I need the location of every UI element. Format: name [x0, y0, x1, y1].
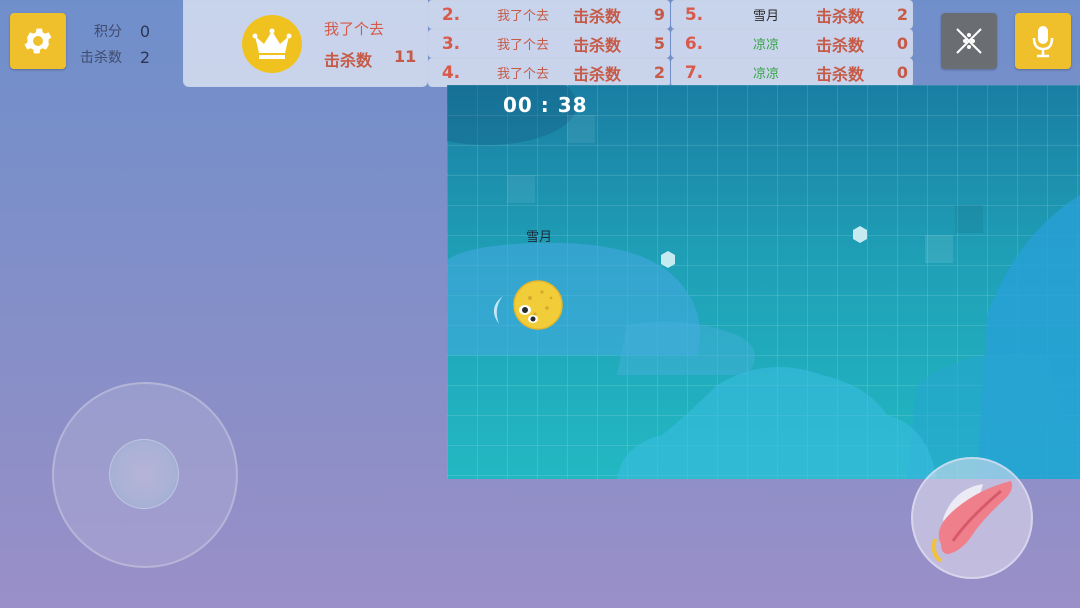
rank-player-name: 我了个去	[496, 67, 549, 82]
first-place-name: 我了个去	[324, 20, 385, 38]
leaderboard-first-place: 我了个去 击杀数 11	[183, 0, 428, 87]
leaderboard-row: 4. 我了个去 击杀数 2	[428, 58, 670, 87]
leaderboard-row: 3. 我了个去 击杀数 5	[428, 29, 670, 58]
leaderboard-row: 2. 我了个去 击杀数 9	[428, 0, 670, 29]
leaderboard-row: 7. 凉凉 击杀数 0	[671, 58, 913, 87]
microphone-button[interactable]	[1015, 13, 1071, 69]
settings-button[interactable]	[10, 13, 66, 69]
tongue-attack-icon	[931, 481, 1013, 563]
first-place-kills-label: 击杀数	[324, 51, 373, 70]
rank-number: 5.	[684, 4, 704, 25]
rank-kills-label: 击杀数	[816, 6, 865, 26]
rank-kills-label: 击杀数	[573, 64, 622, 84]
score-value: 0	[139, 21, 150, 41]
sound-toggle-button[interactable]	[941, 13, 997, 69]
match-timer: 00 : 38	[503, 93, 588, 117]
rank-number: 2.	[441, 4, 461, 25]
rank-number: 3.	[441, 33, 461, 54]
player-stats: 积分 0 击杀数 2	[70, 18, 150, 70]
kills-value: 2	[139, 47, 150, 67]
rank-kills-label: 击杀数	[816, 35, 865, 55]
rank-number: 6.	[684, 33, 704, 54]
rank-player-name: 凉凉	[752, 38, 779, 53]
rank-kills-value: 2	[896, 5, 908, 24]
rank-player-name: 雪月	[752, 9, 779, 24]
rank-kills-label: 击杀数	[573, 35, 622, 55]
leaderboard-row: 6. 凉凉 击杀数 0	[671, 29, 913, 58]
rank-player-name: 我了个去	[496, 9, 549, 24]
rank-kills-label: 击杀数	[573, 6, 622, 26]
rank-number: 7.	[684, 62, 704, 83]
rank-player-name: 凉凉	[752, 67, 779, 82]
leaderboard-row: 5. 雪月 击杀数 2	[671, 0, 913, 29]
rank-kills-label: 击杀数	[816, 64, 865, 84]
rank-player-name: 我了个去	[496, 38, 549, 53]
first-place-kills-value: 11	[394, 47, 417, 66]
rank-kills-value: 0	[896, 63, 908, 82]
microphone-icon	[1032, 26, 1054, 58]
rank-kills-value: 5	[653, 34, 665, 53]
score-label: 积分	[94, 24, 122, 40]
gear-icon	[24, 28, 52, 54]
rank-kills-value: 9	[653, 5, 665, 24]
player-name-label: 雪月	[526, 230, 553, 245]
kills-label: 击杀数	[80, 50, 122, 66]
attack-button[interactable]	[911, 457, 1033, 579]
player-fish	[493, 280, 563, 330]
sound-muted-icon	[956, 28, 982, 54]
rank-kills-value: 2	[653, 63, 665, 82]
joystick-knob[interactable]	[109, 439, 179, 509]
crown-icon	[242, 15, 302, 73]
rank-number: 4.	[441, 62, 461, 83]
rank-kills-value: 0	[896, 34, 908, 53]
